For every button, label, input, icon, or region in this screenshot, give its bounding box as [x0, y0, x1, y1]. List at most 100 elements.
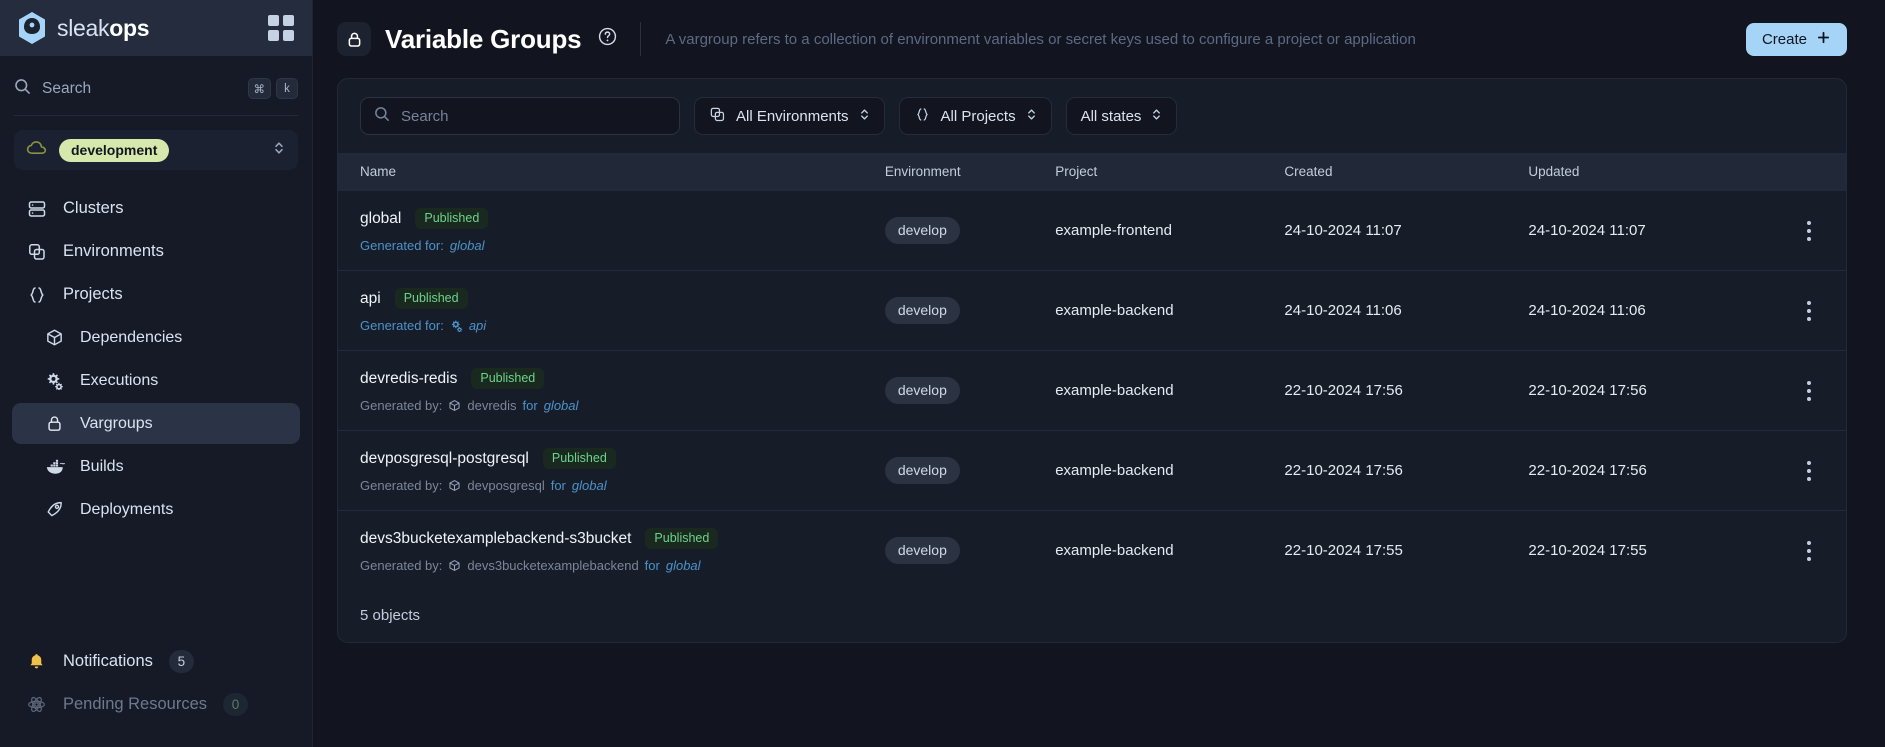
brand-name-bold: ops [109, 14, 150, 41]
sidebar-item-pending-resources[interactable]: Pending Resources 0 [12, 684, 300, 725]
header-divider [640, 22, 642, 56]
table-row[interactable]: devposgresql-postgresql Published Generate… [338, 431, 1846, 511]
search-input[interactable]: Search [360, 97, 680, 135]
row-subtext-target[interactable]: global [450, 238, 485, 253]
row-subtext: Generated by: devposgresql for global [360, 478, 885, 493]
kebab-menu-icon[interactable] [1772, 460, 1846, 481]
brand-name: sleakops [57, 14, 150, 42]
column-header-name[interactable]: Name [338, 153, 885, 191]
brand-bar: sleakops [0, 0, 312, 56]
sleakops-logo-icon [16, 11, 48, 45]
question-circle-icon[interactable] [597, 26, 618, 52]
row-name[interactable]: api [360, 290, 381, 308]
search-input[interactable]: Search ⌘ k [14, 62, 298, 116]
environment-filter[interactable]: All Environments [694, 97, 885, 135]
table-header: Name Environment Project Created Updated [338, 153, 1846, 191]
row-name[interactable]: devs3bucketexamplebackend-s3bucket [360, 530, 631, 548]
cube-icon [448, 559, 461, 572]
grid-icon[interactable] [268, 15, 294, 41]
projects-filter[interactable]: All Projects [898, 97, 1052, 135]
sidebar-item-deployments[interactable]: Deployments [12, 489, 300, 530]
chevron-updown-icon [1151, 107, 1162, 126]
braces-icon [914, 106, 931, 127]
cell-created: 22-10-2024 17:56 [1284, 462, 1403, 479]
search-placeholder: Search [42, 79, 92, 97]
row-subtext-target[interactable]: api [469, 318, 486, 333]
row-subtext: Generated by: devs3bucketexamplebackend fo… [360, 558, 885, 573]
row-subtext-prefix: Generated for: [360, 318, 444, 333]
kebab-menu-icon[interactable] [1772, 380, 1846, 401]
row-subtext-mid: for [550, 478, 566, 493]
kebab-menu-icon[interactable] [1772, 300, 1846, 321]
row-subtext-prefix: Generated by: [360, 478, 443, 493]
create-button[interactable]: Create [1745, 22, 1847, 56]
cell-actions [1772, 511, 1846, 591]
cell-name: api Published Generated for: api [338, 271, 885, 351]
sidebar-item-label: Deployments [80, 500, 174, 518]
row-name[interactable]: devposgresql-postgresql [360, 450, 529, 468]
row-subtext-link[interactable]: global [544, 398, 579, 413]
row-name-line: devposgresql-postgresql Published [360, 448, 885, 469]
filters-toolbar: Search All Environments All Projects All… [338, 79, 1846, 153]
row-subtext-target[interactable]: devposgresql [467, 478, 544, 493]
cell-environment: develop [884, 511, 1055, 591]
table-row[interactable]: devredis-redis Published Generated by: devr… [338, 351, 1846, 431]
search-placeholder: Search [401, 107, 449, 125]
pending-resources-count-badge: 0 [223, 693, 249, 716]
cell-name: global Published Generated for: global [338, 191, 885, 271]
sidebar-item-builds[interactable]: Builds [12, 446, 300, 487]
row-name-line: global Published [360, 208, 885, 229]
environment-badge: develop [884, 537, 960, 564]
kebab-menu-icon[interactable] [1772, 540, 1846, 561]
table-row[interactable]: api Published Generated for: api develop exam… [338, 271, 1846, 351]
row-subtext-prefix: Generated for: [360, 238, 444, 253]
cube-icon [448, 479, 461, 492]
sidebar-item-dependencies[interactable]: Dependencies [12, 317, 300, 358]
table-row[interactable]: global Published Generated for: global devel… [338, 191, 1846, 271]
cell-name: devs3bucketexamplebackend-s3bucket Publis… [338, 511, 885, 591]
braces-icon [26, 284, 47, 305]
gears-icon [44, 370, 65, 391]
row-subtext-target[interactable]: devredis [467, 398, 516, 413]
vargroups-table: Name Environment Project Created Updated… [338, 153, 1846, 590]
row-name[interactable]: devredis-redis [360, 370, 457, 388]
main-content: Variable Groups A vargroup refers to a c… [313, 0, 1885, 747]
brand-logo-group[interactable]: sleakops [16, 11, 150, 45]
row-subtext-prefix: Generated by: [360, 398, 443, 413]
server-icon [26, 198, 47, 219]
kbd-k: k [276, 78, 298, 99]
column-header-project[interactable]: Project [1055, 153, 1284, 191]
row-subtext-link[interactable]: global [666, 558, 701, 573]
column-header-created[interactable]: Created [1284, 153, 1528, 191]
sidebar-item-label: Builds [80, 457, 124, 475]
environment-badge: develop [884, 377, 960, 404]
kebab-menu-icon[interactable] [1772, 220, 1846, 241]
atom-icon [26, 694, 47, 715]
table-row[interactable]: devs3bucketexamplebackend-s3bucket Publis… [338, 511, 1846, 591]
row-subtext-mid: for [644, 558, 660, 573]
column-header-environment[interactable]: Environment [885, 153, 1055, 191]
sidebar-item-projects[interactable]: Projects [12, 274, 300, 315]
sidebar-item-vargroups[interactable]: Vargroups [12, 403, 300, 444]
sidebar-item-notifications[interactable]: Notifications 5 [12, 641, 300, 682]
cell-project: example-backend [1055, 302, 1174, 319]
environment-selector[interactable]: development [14, 130, 298, 170]
rocket-icon [44, 499, 65, 520]
search-icon [14, 78, 31, 100]
status-badge: Published [394, 288, 468, 309]
sidebar-item-environments[interactable]: Environments [12, 231, 300, 272]
sidebar-item-executions[interactable]: Executions [12, 360, 300, 401]
app-root: sleakops Search ⌘ k development Clusters… [0, 0, 1885, 747]
cell-project: example-backend [1055, 382, 1174, 399]
row-name[interactable]: global [360, 210, 401, 228]
states-filter[interactable]: All states [1065, 97, 1178, 135]
kbd-cmd: ⌘ [247, 78, 271, 99]
row-subtext-target[interactable]: devs3bucketexamplebackend [467, 558, 638, 573]
column-header-updated[interactable]: Updated [1528, 153, 1772, 191]
sidebar-item-clusters[interactable]: Clusters [12, 188, 300, 229]
row-subtext-link[interactable]: global [572, 478, 607, 493]
lock-icon [44, 413, 65, 434]
sidebar-item-label: Notifications [63, 652, 153, 670]
cell-created: 24-10-2024 11:06 [1284, 302, 1402, 319]
docker-whale-icon [44, 456, 65, 477]
